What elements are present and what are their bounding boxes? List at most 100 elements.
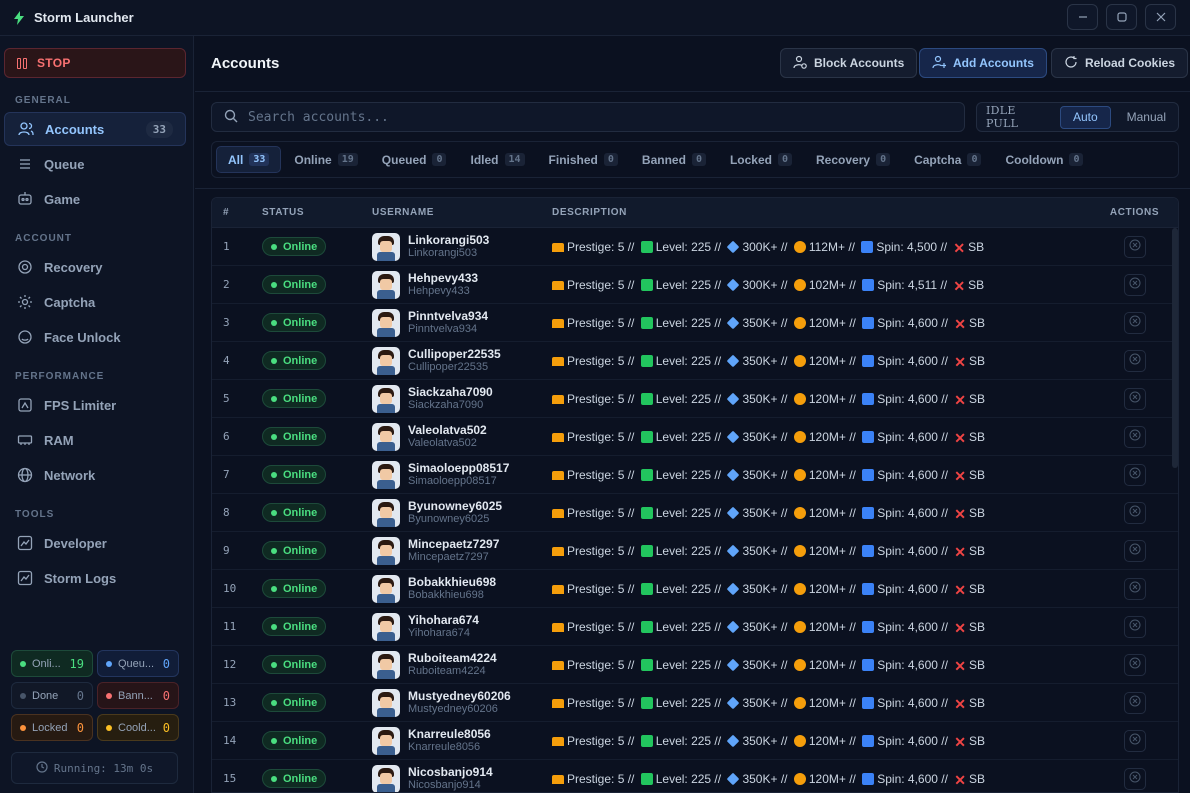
cross-icon: ✕ [954,581,967,596]
gems-text: 350K+ // [742,315,788,330]
table-row[interactable]: 13 Online Mustyedney60206 Mustyedney60206… [212,684,1178,722]
table-row[interactable]: 5 Online Siackzaha7090 Siackzaha7090 Pres… [212,380,1178,418]
remove-account-button[interactable] [1123,729,1146,752]
remove-account-button[interactable] [1123,653,1146,676]
table-row[interactable]: 8 Online Byunowney6025 Byunowney6025 Pres… [212,494,1178,532]
remove-account-button[interactable] [1123,463,1146,486]
maximize-button[interactable] [1106,4,1137,30]
button-label: Add Accounts [953,56,1034,70]
scrollbar[interactable] [1172,228,1178,468]
status-cell: Online [252,503,362,522]
table-row[interactable]: 3 Online Pinntvelva934 Pinntvelva934 Pres… [212,304,1178,342]
tab-queued[interactable]: Queued 0 [371,146,458,173]
table-row[interactable]: 12 Online Ruboiteam4224 Ruboiteam4224 Pre… [212,646,1178,684]
row-number: 15 [223,772,237,785]
tab-cooldown[interactable]: Cooldown 0 [994,146,1094,173]
sidebar-item-label: Queue [44,156,85,172]
actions-cell [1097,767,1172,790]
username: Mincepaetz7297 [408,536,500,551]
remove-account-button[interactable] [1123,235,1146,258]
block-accounts-button[interactable]: Block Accounts [780,48,918,78]
table-row[interactable]: 15 Online Nicosbanjo914 Nicosbanjo914 Pre… [212,760,1178,792]
gems-text: 350K+ // [742,353,788,368]
status-dot [271,661,277,668]
username-cell: Hehpevy433 Hehpevy433 [362,270,542,299]
sidebar-item-developer[interactable]: Developer [4,526,186,560]
sidebar-item-fps-limiter[interactable]: FPS Limiter [4,388,186,422]
idle-pull-auto[interactable]: Auto [1059,105,1111,129]
sidebar-item-network[interactable]: Network [4,458,186,492]
button-label: Reload Cookies [1085,56,1176,70]
crown-icon [552,508,564,518]
gems-text: 300K+ // [742,277,788,292]
tab-captcha[interactable]: Captcha 0 [903,146,992,173]
level-text: Level: 225 // [655,619,722,634]
username-cell: Linkorangi503 Linkorangi503 [362,232,542,261]
tab-all[interactable]: All 33 [216,146,282,173]
coin-icon [793,316,806,329]
sidebar-item-face-unlock[interactable]: Face Unlock [4,320,186,354]
spin-icon [862,468,875,481]
spin-icon [862,506,875,519]
sidebar-item-label: Face Unlock [44,329,121,345]
table-row[interactable]: 1 Online Linkorangi503 Linkorangi503 Pres… [212,228,1178,266]
remove-account-button[interactable] [1123,311,1146,334]
reload-cookies-button[interactable]: Reload Cookies [1051,48,1189,78]
tab-idled[interactable]: Idled 14 [459,146,535,173]
sidebar-item-captcha[interactable]: Captcha [4,285,186,319]
search-box[interactable] [211,102,965,132]
tab-banned[interactable]: Banned 0 [631,146,717,173]
sidebar-item-storm-logs[interactable]: Storm Logs [4,561,186,595]
remove-account-button[interactable] [1123,501,1146,524]
sidebar-item-label: RAM [44,432,74,448]
tab-online[interactable]: Online 19 [283,146,368,173]
gem-icon [727,620,740,633]
coins-text: 120M+ // [808,657,856,672]
table-row[interactable]: 2 Online Hehpevy433 Hehpevy433 Prestige: … [212,266,1178,304]
username: Linkorangi503 [408,232,490,247]
sidebar-item-queue[interactable]: Queue [4,147,186,181]
sidebar-item-game[interactable]: Game [4,182,186,216]
sidebar-item-ram[interactable]: RAM [4,423,186,457]
cross-icon: ✕ [954,619,967,634]
tab-recovery[interactable]: Recovery 0 [805,146,901,173]
search-input[interactable] [248,109,928,125]
remove-account-button[interactable] [1123,615,1146,638]
close-circle-icon [1129,239,1141,254]
table-row[interactable]: 11 Online Yihohara674 Yihohara674 Prestig… [212,608,1178,646]
actions-cell [1097,387,1172,410]
stop-button[interactable]: STOP [4,48,186,78]
table-row[interactable]: 10 Online Bobakkhieu698 Bobakkhieu698 Pre… [212,570,1178,608]
username: Byunowney6025 [408,498,503,513]
status-label: Online [283,772,318,785]
remove-account-button[interactable] [1123,349,1146,372]
minimize-button[interactable] [1067,4,1098,30]
table-row[interactable]: 9 Online Mincepaetz7297 Mincepaetz7297 Pr… [212,532,1178,570]
close-button[interactable] [1145,4,1176,30]
table-row[interactable]: 14 Online Knarreule8056 Knarreule8056 Pre… [212,722,1178,760]
actions-cell [1097,463,1172,486]
add-accounts-button[interactable]: Add Accounts [919,48,1047,78]
status-badge: Online [262,351,327,370]
remove-account-button[interactable] [1123,425,1146,448]
remove-account-button[interactable] [1123,387,1146,410]
idle-pull-manual[interactable]: Manual [1115,106,1178,129]
tab-locked[interactable]: Locked 0 [719,146,803,173]
coins-text: 120M+ // [808,619,856,634]
remove-account-button[interactable] [1123,577,1146,600]
display-name: Valeolatva502 [408,436,477,449]
tab-finished[interactable]: Finished 0 [538,146,629,173]
table-row[interactable]: 7 Online Simaoloepp08517 Simaoloepp08517 … [212,456,1178,494]
table-row[interactable]: 4 Online Cullipoper22535 Cullipoper22535 … [212,342,1178,380]
status-dot [271,357,277,364]
remove-account-button[interactable] [1123,691,1146,714]
table-row[interactable]: 6 Online Valeolatva502 Valeolatva502 Pres… [212,418,1178,456]
sidebar-item-accounts[interactable]: Accounts 33 [4,112,186,146]
remove-account-button[interactable] [1123,539,1146,562]
username-cell: Siackzaha7090 Siackzaha7090 [362,384,542,413]
remove-account-button[interactable] [1123,273,1146,296]
sidebar-item-recovery[interactable]: Recovery [4,250,186,284]
remove-account-button[interactable] [1123,767,1146,790]
check-icon [640,316,653,329]
level-text: Level: 225 // [655,581,722,596]
